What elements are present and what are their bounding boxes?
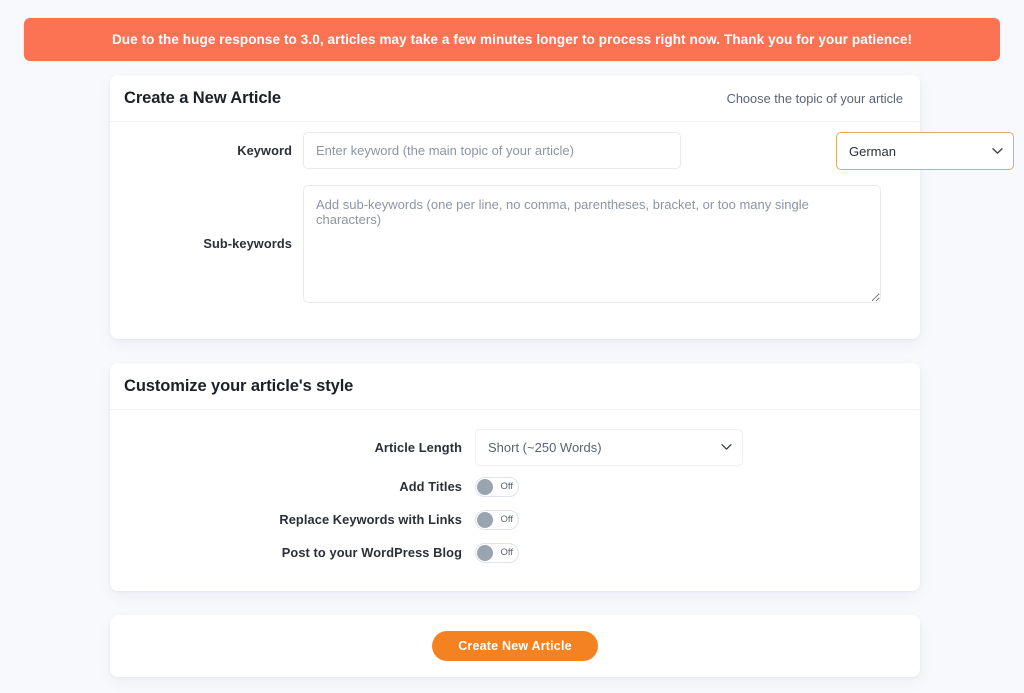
wordpress-post-label: Post to your WordPress Blog <box>110 545 475 560</box>
add-titles-row: Add Titles Off <box>110 470 920 503</box>
language-select-wrapper: German <box>836 132 1014 170</box>
replace-keywords-row: Replace Keywords with Links Off <box>110 503 920 536</box>
toggle-knob <box>477 545 493 561</box>
toggle-knob <box>477 479 493 495</box>
replace-keywords-toggle[interactable]: Off <box>475 510 519 530</box>
keyword-input[interactable] <box>303 132 681 169</box>
customize-style-card: Customize your article's style Article L… <box>110 363 920 591</box>
customize-style-card-header: Customize your article's style <box>110 363 920 410</box>
create-article-card: Create a New Article Choose the topic of… <box>110 75 920 339</box>
toggle-knob <box>477 512 493 528</box>
replace-keywords-label: Replace Keywords with Links <box>110 512 475 527</box>
language-select[interactable]: German <box>836 132 1014 170</box>
replace-keywords-toggle-state: Off <box>501 511 514 529</box>
article-length-label: Article Length <box>110 440 475 455</box>
submit-card: Create New Article <box>110 615 920 677</box>
sub-keywords-label: Sub-keywords <box>110 179 303 309</box>
add-titles-toggle-state: Off <box>501 478 514 496</box>
wordpress-post-row: Post to your WordPress Blog Off <box>110 536 920 569</box>
create-article-card-subtitle: Choose the topic of your article <box>727 91 903 106</box>
create-article-card-header: Create a New Article Choose the topic of… <box>110 75 920 122</box>
notice-banner-text: Due to the huge response to 3.0, article… <box>112 32 912 47</box>
wordpress-post-toggle[interactable]: Off <box>475 543 519 563</box>
keyword-label: Keyword <box>110 122 303 179</box>
style-options-list: Article Length Short (~250 Words) Add Ti… <box>110 410 920 569</box>
article-length-select-wrapper: Short (~250 Words) <box>475 429 743 466</box>
notice-banner: Due to the huge response to 3.0, article… <box>24 18 1000 61</box>
wordpress-post-toggle-state: Off <box>501 544 514 562</box>
add-titles-toggle[interactable]: Off <box>475 477 519 497</box>
page-title: Create a New Article <box>124 89 281 108</box>
add-titles-label: Add Titles <box>110 479 475 494</box>
article-length-select[interactable]: Short (~250 Words) <box>475 429 743 466</box>
keyword-row: Keyword German <box>110 122 920 179</box>
sub-keywords-row: Sub-keywords <box>110 179 920 339</box>
create-new-article-button[interactable]: Create New Article <box>432 631 598 661</box>
submit-card-body: Create New Article <box>110 615 920 677</box>
sub-keywords-textarea[interactable] <box>303 185 881 303</box>
article-length-row: Article Length Short (~250 Words) <box>110 424 920 470</box>
customize-style-title: Customize your article's style <box>124 377 353 396</box>
